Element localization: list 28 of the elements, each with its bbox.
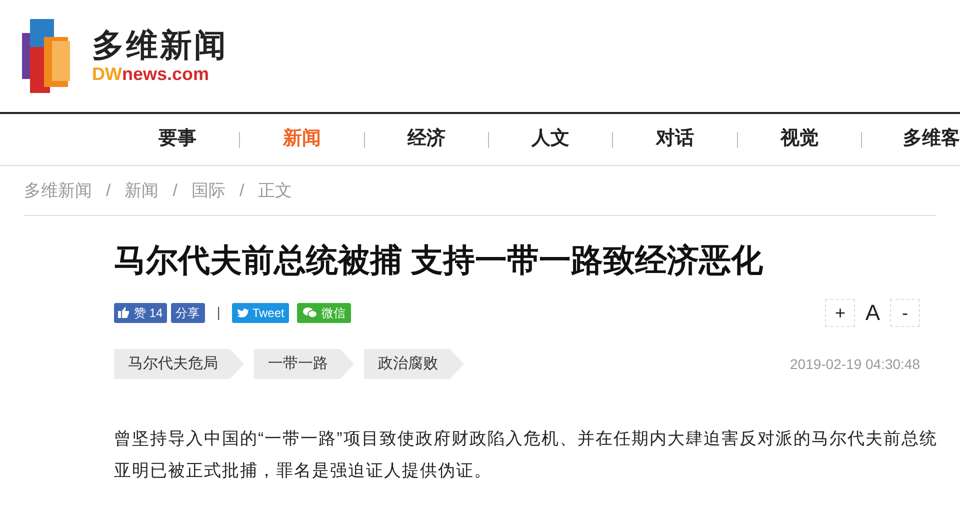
logo-name: 多维新闻 [92, 29, 228, 61]
increase-font-button[interactable]: + [825, 298, 856, 326]
nav-tab[interactable]: 视觉 [780, 125, 818, 154]
bird-icon [237, 308, 250, 318]
publish-date: 2019-02-19 04:30:48 [790, 354, 920, 374]
logo-domain: DWnews.com [92, 65, 210, 83]
article-paragraph: 曾坚持导入中国的“一带一路”项目致使政府财政陷入危机、并在任期内大肆迫害反对派的马尔代夫前总统亚明已被正式批捕，罪名是强迫证人提供伪证。 [114, 428, 938, 482]
thumbs-up-icon [118, 307, 130, 318]
breadcrumb-current: 正文 [258, 180, 292, 202]
decrease-font-button[interactable]: - [890, 298, 920, 326]
like-button[interactable]: 赞 14 [114, 302, 167, 322]
logo-icon[interactable] [22, 19, 72, 93]
tag-chip[interactable]: 马尔代夫危局 [114, 349, 244, 379]
nav-tab[interactable]: 对话 [656, 125, 694, 154]
tag-chip[interactable]: 政治腐败 [364, 349, 464, 379]
nav-tab[interactable]: 多维客 [903, 128, 960, 150]
breadcrumb-separator: / [106, 180, 111, 202]
nav-tab[interactable]: 要事 [158, 125, 197, 154]
share-divider: | [216, 303, 220, 322]
tag-chip[interactable]: 一带一路 [254, 349, 354, 379]
breadcrumb-separator: / [239, 180, 244, 202]
article-title: 马尔代夫前总统被捕 支持一带一路致经济恶化 [114, 241, 764, 280]
font-size-label: A [864, 299, 881, 327]
breadcrumb-separator: / [172, 180, 178, 202]
nav-tab[interactable]: 经济 [407, 125, 446, 154]
share-button[interactable]: 分享 [170, 302, 205, 322]
nav-tab[interactable]: 人文 [532, 125, 570, 154]
chat-bubbles-icon [303, 307, 318, 318]
